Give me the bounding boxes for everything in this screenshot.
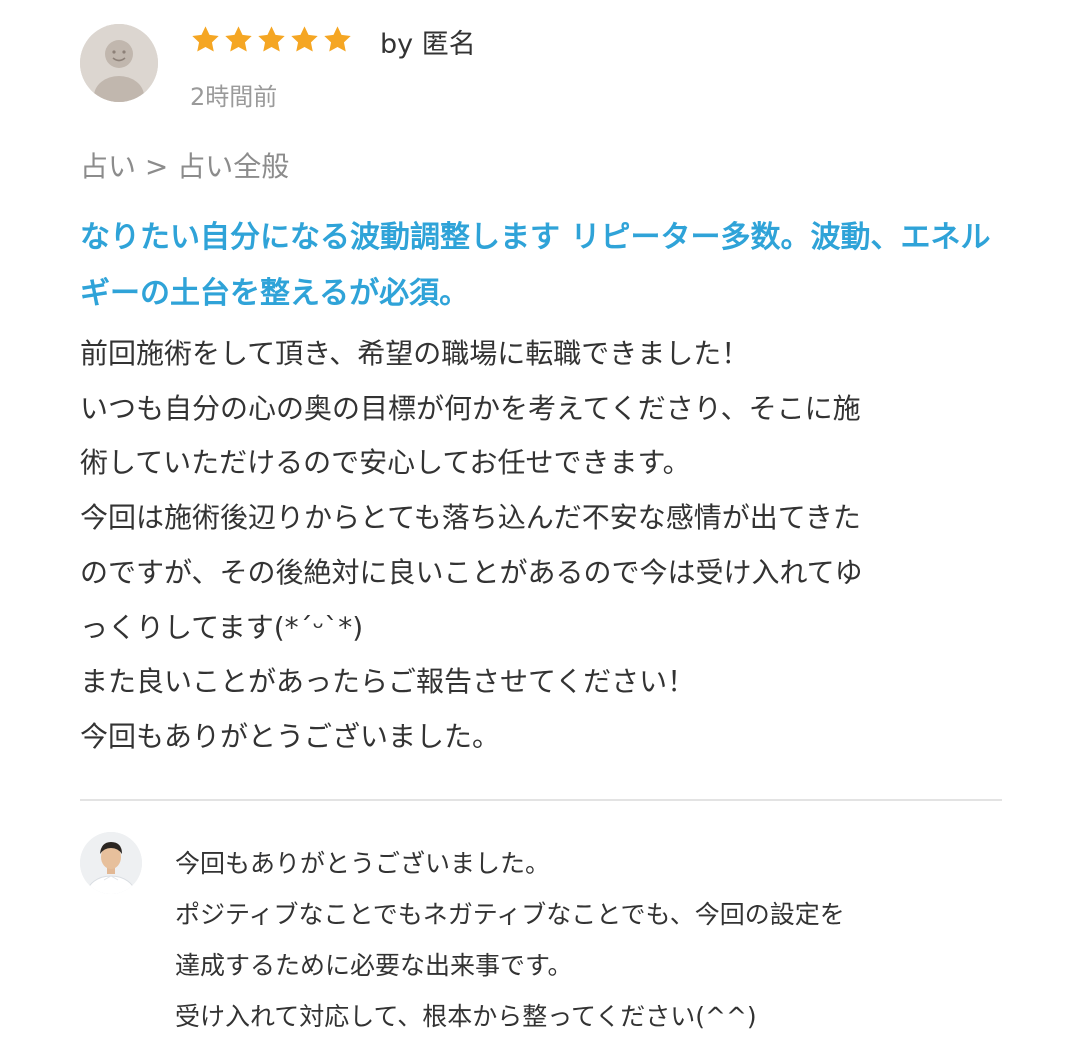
review-body-line: 前回施術をして頂き、希望の職場に転職できました！ xyxy=(80,337,750,370)
review-body-line: っくりしてます(*´ᵕ`*) xyxy=(80,610,364,644)
reply-line: 受け入れて対応して、根本から整ってください(^^) xyxy=(175,1002,757,1031)
star-icon xyxy=(223,24,254,55)
reply-line: 今回もありがとうございました。 xyxy=(175,849,551,878)
seller-reply: 今回もありがとうございました。 ポジティブなことでもネガティブなことでも、今回の… xyxy=(175,838,1005,1042)
breadcrumb-subcategory[interactable]: 占い全般 xyxy=(177,150,289,183)
rating-stars xyxy=(190,24,353,55)
reply-line: 達成するために必要な出来事です。 xyxy=(175,951,573,980)
breadcrumb-separator: > xyxy=(144,150,169,183)
star-icon xyxy=(256,24,287,55)
review-body-line: 今回もありがとうございました。 xyxy=(80,719,501,753)
star-icon xyxy=(190,24,221,55)
divider xyxy=(80,799,1002,801)
review-timestamp: 2時間前 xyxy=(190,83,278,111)
service-title-link[interactable]: なりたい自分になる波動調整します リピーター多数。波動、エネルギーの土台を整える… xyxy=(80,210,1010,322)
review-card: by 匿名 2時間前 占い > 占い全般 なりたい自分になる波動調整します リピ… xyxy=(0,0,1078,1052)
breadcrumb: 占い > 占い全般 xyxy=(80,145,289,185)
seller-avatar-icon xyxy=(80,832,142,894)
review-body-line: また良いことがあったらご報告させてください！ xyxy=(80,665,696,699)
reply-line: ポジティブなことでもネガティブなことでも、今回の設定を xyxy=(175,900,845,929)
star-icon xyxy=(289,24,320,55)
reviewer-byline: by 匿名 xyxy=(380,29,476,60)
breadcrumb-category[interactable]: 占い xyxy=(80,150,136,183)
review-body-line: のですが、その後絶対に良いことがあるので今は受け入れてゆ xyxy=(80,555,863,589)
review-body-line: 今回は施術後辺りからとても落ち込んだ不安な感情が出てきた xyxy=(80,501,861,535)
review-body: 前回施術をして頂き、希望の職場に転職できました！ いつも自分の心の奥の目標が何か… xyxy=(80,327,1010,765)
review-body-line: いつも自分の心の奥の目標が何かを考えてくださり、そこに施 xyxy=(80,391,861,425)
reviewer-avatar-icon xyxy=(80,24,158,102)
review-body-line: 術していただけるので安心してお任せできます。 xyxy=(80,446,691,480)
star-icon xyxy=(322,24,353,55)
